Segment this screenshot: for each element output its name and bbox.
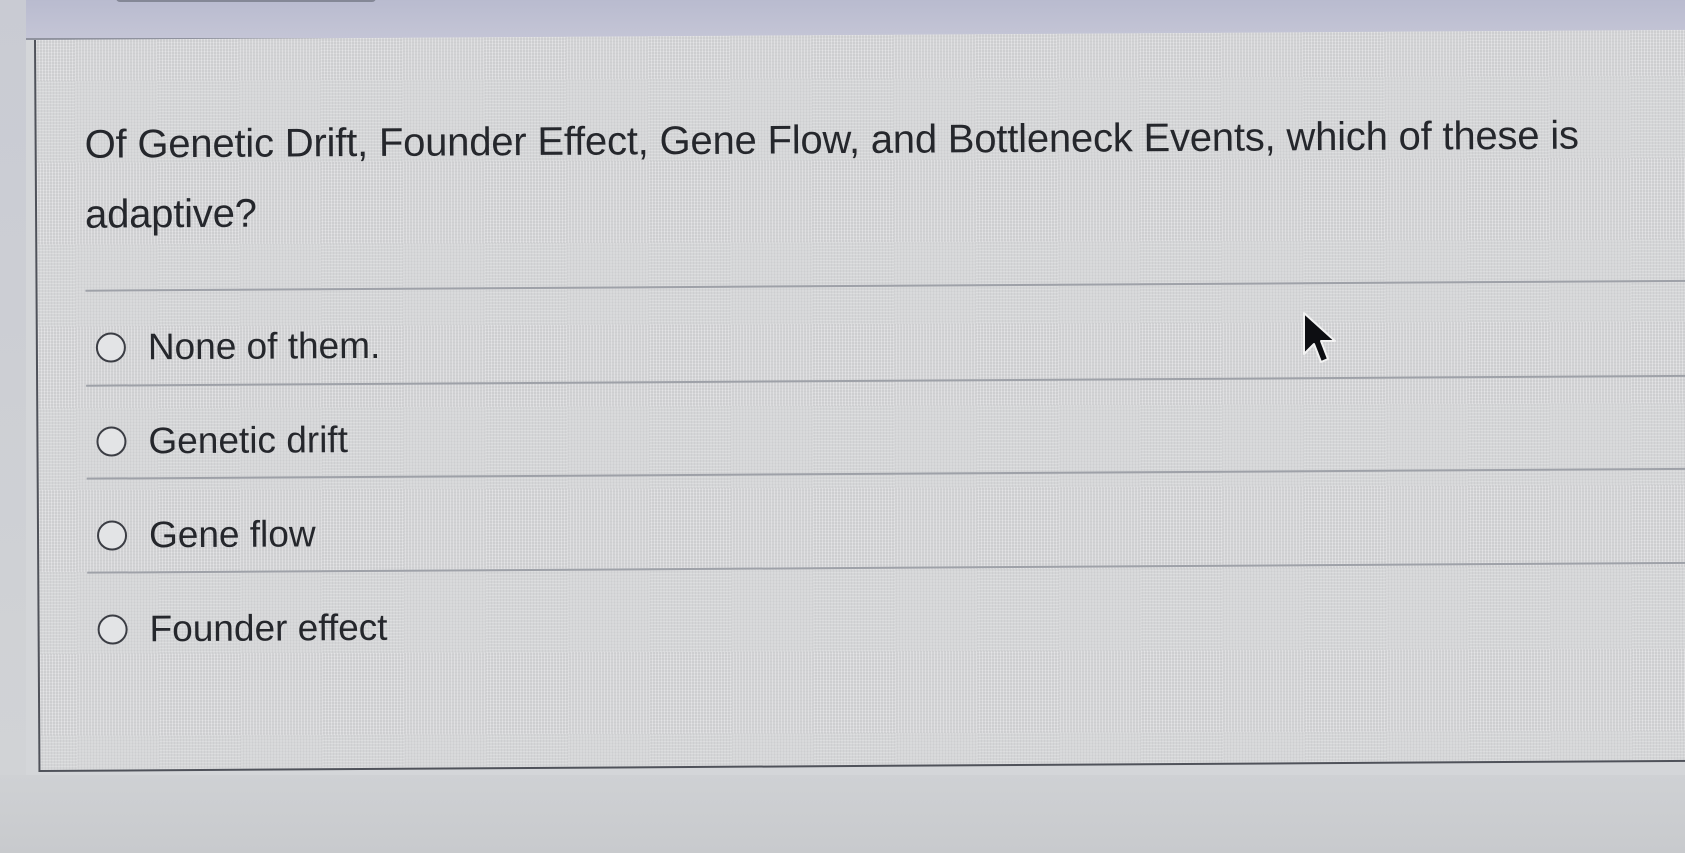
page-background-bottom [0, 775, 1685, 853]
answer-option-founder-effect[interactable]: Founder effect [97, 598, 388, 660]
option-divider [86, 374, 1685, 387]
question-text: Of Genetic Drift, Founder Effect, Gene F… [84, 113, 1579, 237]
answer-option-genetic-drift[interactable]: Genetic drift [96, 410, 348, 472]
radio-button[interactable] [95, 332, 126, 363]
header-title-fragment [116, 0, 376, 2]
option-divider [87, 561, 1685, 574]
question-panel: Of Genetic Drift, Founder Effect, Gene F… [34, 29, 1685, 772]
arrow-cursor-icon [1303, 312, 1336, 363]
question-divider [85, 279, 1685, 292]
answer-label: Genetic drift [148, 419, 349, 462]
answer-label: None of them. [147, 324, 381, 368]
answer-option-none-of-them[interactable]: None of them. [95, 316, 381, 378]
radio-button[interactable] [96, 520, 128, 551]
answer-option-gene-flow[interactable]: Gene flow [96, 504, 316, 565]
radio-button[interactable] [97, 614, 128, 645]
answer-label: Founder effect [149, 606, 388, 650]
left-gutter [0, 0, 26, 853]
radio-button[interactable] [96, 426, 127, 457]
answer-label: Gene flow [148, 513, 316, 556]
